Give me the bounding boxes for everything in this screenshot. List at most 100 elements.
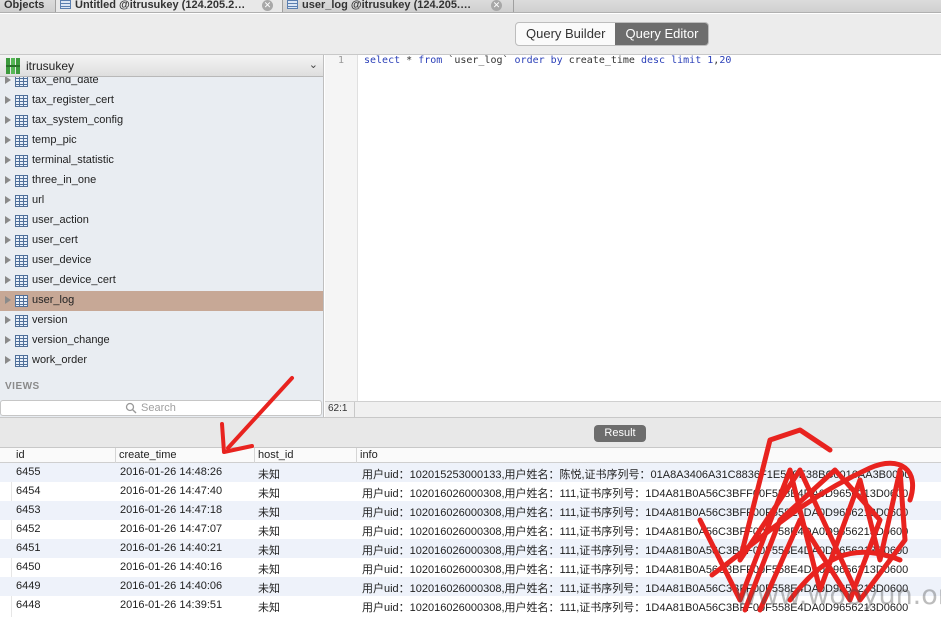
sql-editor[interactable]: 1 select * from `user_log` order by crea… (325, 55, 941, 401)
database-selector[interactable]: itrusukey ⌄ (0, 55, 323, 77)
cell-host-id[interactable]: 未知 (258, 542, 280, 558)
disclosure-triangle-icon[interactable] (5, 256, 11, 264)
table-row[interactable]: 6451 2016-01-26 14:40:21 未知 用户uid：102016026… (0, 539, 941, 558)
cell-info[interactable]: 用户uid：102016026000308,用户姓名：111,证书序列号：1D4… (362, 599, 908, 615)
cell-host-id[interactable]: 未知 (258, 561, 280, 577)
table-icon (15, 315, 28, 327)
table-row[interactable]: 6454 2016-01-26 14:47:40 未知 用户uid：102016026… (0, 482, 941, 501)
tab-objects[interactable]: Objects (0, 0, 55, 12)
cell-id[interactable]: 6451 (16, 542, 40, 554)
disclosure-triangle-icon[interactable] (5, 196, 11, 204)
disclosure-triangle-icon[interactable] (5, 216, 11, 224)
cell-id[interactable]: 6455 (16, 466, 40, 478)
table-list: tax_end_date tax_register_cert tax_syste… (0, 71, 323, 371)
disclosure-triangle-icon[interactable] (5, 136, 11, 144)
disclosure-triangle-icon[interactable] (5, 156, 11, 164)
cell-create-time[interactable]: 2016-01-26 14:40:06 (120, 580, 222, 592)
sidebar-item-user-cert[interactable]: user_cert (0, 231, 323, 251)
close-icon[interactable]: ✕ (262, 0, 273, 11)
cell-info[interactable]: 用户uid：102016026000308,用户姓名：111,证书序列号：1D4… (362, 561, 908, 577)
cell-host-id[interactable]: 未知 (258, 523, 280, 539)
cell-host-id[interactable]: 未知 (258, 485, 280, 501)
disclosure-triangle-icon[interactable] (5, 236, 11, 244)
disclosure-triangle-icon[interactable] (5, 116, 11, 124)
cell-info[interactable]: 用户uid：102016026000308,用户姓名：111,证书序列号：1D4… (362, 523, 908, 539)
cell-info[interactable]: 用户uid：102016026000308,用户姓名：111,证书序列号：1D4… (362, 504, 908, 520)
tab-bar: Objects Untitled @itrusukey (124.205.2… … (0, 0, 941, 13)
cell-info[interactable]: 用户uid：102016026000308,用户姓名：111,证书序列号：1D4… (362, 485, 908, 501)
query-editor-button[interactable]: Query Editor (615, 23, 709, 45)
table-icon (15, 195, 28, 207)
table-name: url (32, 194, 45, 206)
cell-host-id[interactable]: 未知 (258, 466, 280, 482)
disclosure-triangle-icon[interactable] (5, 356, 11, 364)
cell-id[interactable]: 6449 (16, 580, 40, 592)
column-header-id[interactable]: id (16, 449, 25, 461)
sidebar-item-tax-register-cert[interactable]: tax_register_cert (0, 91, 323, 111)
table-row[interactable]: 6453 2016-01-26 14:47:18 未知 用户uid：102016026… (0, 501, 941, 520)
sidebar-item-user-device[interactable]: user_device (0, 251, 323, 271)
cell-host-id[interactable]: 未知 (258, 580, 280, 596)
sidebar-item-temp-pic[interactable]: temp_pic (0, 131, 323, 151)
cell-info[interactable]: 用户uid：102016026000308,用户姓名：111,证书序列号：1D4… (362, 580, 908, 596)
cell-id[interactable]: 6453 (16, 504, 40, 516)
table-icon (15, 175, 28, 187)
cell-info[interactable]: 用户uid：102016026000308,用户姓名：111,证书序列号：1D4… (362, 542, 908, 558)
disclosure-triangle-icon[interactable] (5, 316, 11, 324)
disclosure-triangle-icon[interactable] (5, 96, 11, 104)
disclosure-triangle-icon[interactable] (5, 76, 11, 84)
tab-user-log[interactable]: user_log @itrusukey (124.205.… ✕ (283, 0, 513, 12)
cell-create-time[interactable]: 2016-01-26 14:47:07 (120, 523, 222, 535)
sql-code[interactable]: select * from `user_log` order by create… (364, 55, 731, 66)
cell-create-time[interactable]: 2016-01-26 14:40:21 (120, 542, 222, 554)
sidebar-item-user-log[interactable]: user_log (0, 291, 323, 311)
table-icon (15, 335, 28, 347)
close-icon[interactable]: ✕ (491, 0, 502, 11)
sidebar-item-url[interactable]: url (0, 191, 323, 211)
cell-host-id[interactable]: 未知 (258, 504, 280, 520)
sidebar-item-version-change[interactable]: version_change (0, 331, 323, 351)
disclosure-triangle-icon[interactable] (5, 176, 11, 184)
cell-create-time[interactable]: 2016-01-26 14:47:18 (120, 504, 222, 516)
cell-info[interactable]: 用户uid：102015253000133,用户姓名：陈悦,证书序列号：01A8… (362, 466, 911, 482)
table-icon (15, 115, 28, 127)
cell-host-id[interactable]: 未知 (258, 599, 280, 615)
table-row[interactable]: 6452 2016-01-26 14:47:07 未知 用户uid：102016026… (0, 520, 941, 539)
result-bar: Result (0, 417, 941, 448)
chevron-down-icon[interactable]: ⌄ (309, 58, 318, 71)
table-row[interactable]: 6450 2016-01-26 14:40:16 未知 用户uid：102016026… (0, 558, 941, 577)
column-header-host-id[interactable]: host_id (258, 449, 293, 461)
table-icon (60, 0, 71, 9)
sidebar-item-three-in-one[interactable]: three_in_one (0, 171, 323, 191)
cell-create-time[interactable]: 2016-01-26 14:39:51 (120, 599, 222, 611)
sidebar-item-version[interactable]: version (0, 311, 323, 331)
sidebar-item-user-device-cert[interactable]: user_device_cert (0, 271, 323, 291)
cell-create-time[interactable]: 2016-01-26 14:40:16 (120, 561, 222, 573)
cell-id[interactable]: 6450 (16, 561, 40, 573)
column-header-create-time[interactable]: create_time (119, 449, 176, 461)
sidebar-item-tax-system-config[interactable]: tax_system_config (0, 111, 323, 131)
query-builder-button[interactable]: Query Builder (516, 23, 615, 45)
sidebar-item-user-action[interactable]: user_action (0, 211, 323, 231)
table-icon (15, 255, 28, 267)
disclosure-triangle-icon[interactable] (5, 276, 11, 284)
disclosure-triangle-icon[interactable] (5, 296, 11, 304)
cell-id[interactable]: 6448 (16, 599, 40, 611)
table-name: user_cert (32, 234, 78, 246)
cell-id[interactable]: 6452 (16, 523, 40, 535)
cell-create-time[interactable]: 2016-01-26 14:48:26 (120, 466, 222, 478)
table-row[interactable]: 6448 2016-01-26 14:39:51 未知 用户uid：102016026… (0, 596, 941, 615)
table-icon (15, 295, 28, 307)
cell-create-time[interactable]: 2016-01-26 14:47:40 (120, 485, 222, 497)
cell-id[interactable]: 6454 (16, 485, 40, 497)
table-row[interactable]: 6455 2016-01-26 14:48:26 未知 用户uid：102015253… (0, 463, 941, 482)
tab-untitled-query[interactable]: Untitled @itrusukey (124.205.2… ✕ (56, 0, 282, 12)
table-row[interactable]: 6449 2016-01-26 14:40:06 未知 用户uid：102016026… (0, 577, 941, 596)
sidebar-item-work-order[interactable]: work_order (0, 351, 323, 371)
grid-header: id create_time host_id info (0, 448, 941, 463)
sidebar-search-input[interactable]: Search (0, 400, 322, 416)
result-tab-button[interactable]: Result (594, 425, 646, 442)
sidebar-item-terminal-statistic[interactable]: terminal_statistic (0, 151, 323, 171)
column-header-info[interactable]: info (360, 449, 378, 461)
disclosure-triangle-icon[interactable] (5, 336, 11, 344)
